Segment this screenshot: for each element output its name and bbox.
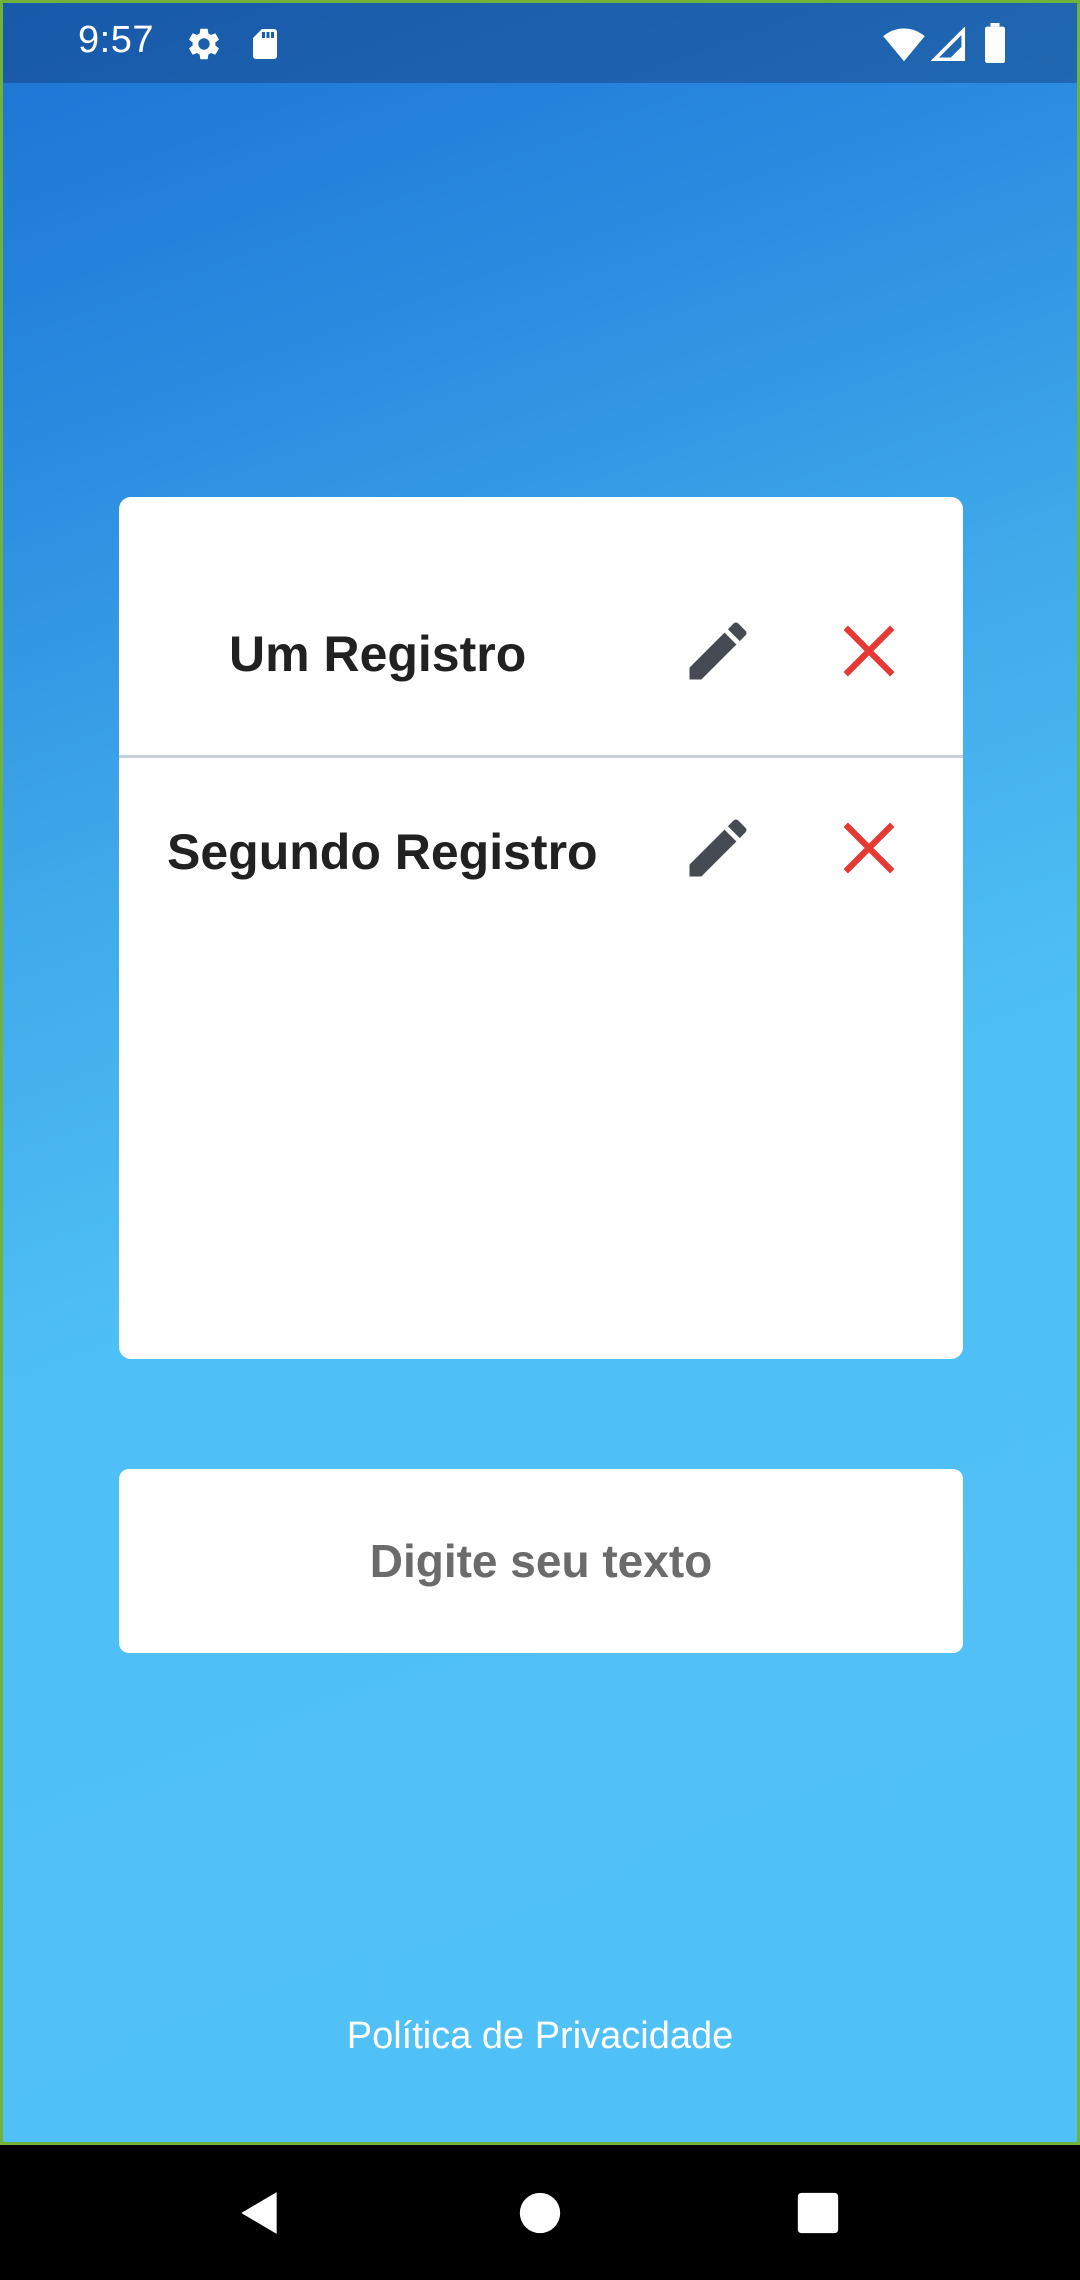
- sd-card-icon: [247, 25, 283, 68]
- text-input-container: [119, 1468, 963, 1654]
- edit-button[interactable]: [673, 608, 763, 698]
- back-button[interactable]: [220, 2175, 300, 2255]
- edit-button[interactable]: [673, 805, 763, 895]
- wifi-icon: [883, 25, 925, 68]
- text-input[interactable]: [119, 1468, 963, 1654]
- delete-button[interactable]: [824, 608, 914, 698]
- row-divider: [119, 755, 963, 758]
- recents-button[interactable]: [778, 2175, 858, 2255]
- record-label: Segundo Registro: [167, 824, 598, 880]
- gear-icon: [185, 25, 223, 68]
- list-item: Segundo Registro: [119, 759, 963, 939]
- pencil-icon: [680, 613, 756, 694]
- record-label: Um Registro: [229, 626, 527, 682]
- status-time: 9:57: [78, 19, 154, 61]
- home-button[interactable]: [500, 2175, 580, 2255]
- delete-button[interactable]: [824, 805, 914, 895]
- home-icon: [518, 2191, 562, 2240]
- status-bar: 9:57: [3, 3, 1077, 83]
- recents-icon: [796, 2191, 840, 2240]
- close-icon: [838, 620, 900, 687]
- records-card: Um Registro Segundo Registro: [119, 497, 963, 1359]
- signal-icon: [930, 26, 967, 68]
- close-icon: [838, 817, 900, 884]
- back-icon: [235, 2188, 285, 2243]
- navigation-bar: [0, 2145, 1080, 2280]
- pencil-icon: [680, 810, 756, 891]
- app-screen: 9:57 Um Registro Segundo Registro Digite…: [0, 0, 1080, 2145]
- privacy-policy-link[interactable]: Política de Privacidade: [3, 2015, 1077, 2058]
- battery-icon: [983, 23, 1007, 68]
- list-item: Um Registro: [119, 497, 963, 757]
